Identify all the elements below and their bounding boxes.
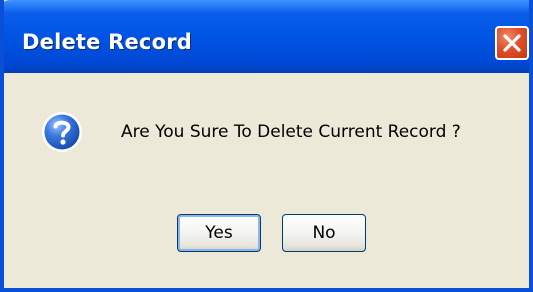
close-button[interactable] [495, 26, 529, 60]
close-icon [503, 34, 521, 52]
delete-record-dialog: Delete Record Are You Sure To Delete Cur… [0, 0, 533, 292]
question-icon [42, 112, 82, 152]
yes-button[interactable]: Yes [177, 214, 261, 252]
title-bar[interactable]: Delete Record [4, 0, 529, 73]
dialog-title: Delete Record [22, 30, 192, 54]
no-button[interactable]: No [282, 214, 366, 252]
confirmation-message: Are You Sure To Delete Current Record ? [121, 122, 461, 142]
